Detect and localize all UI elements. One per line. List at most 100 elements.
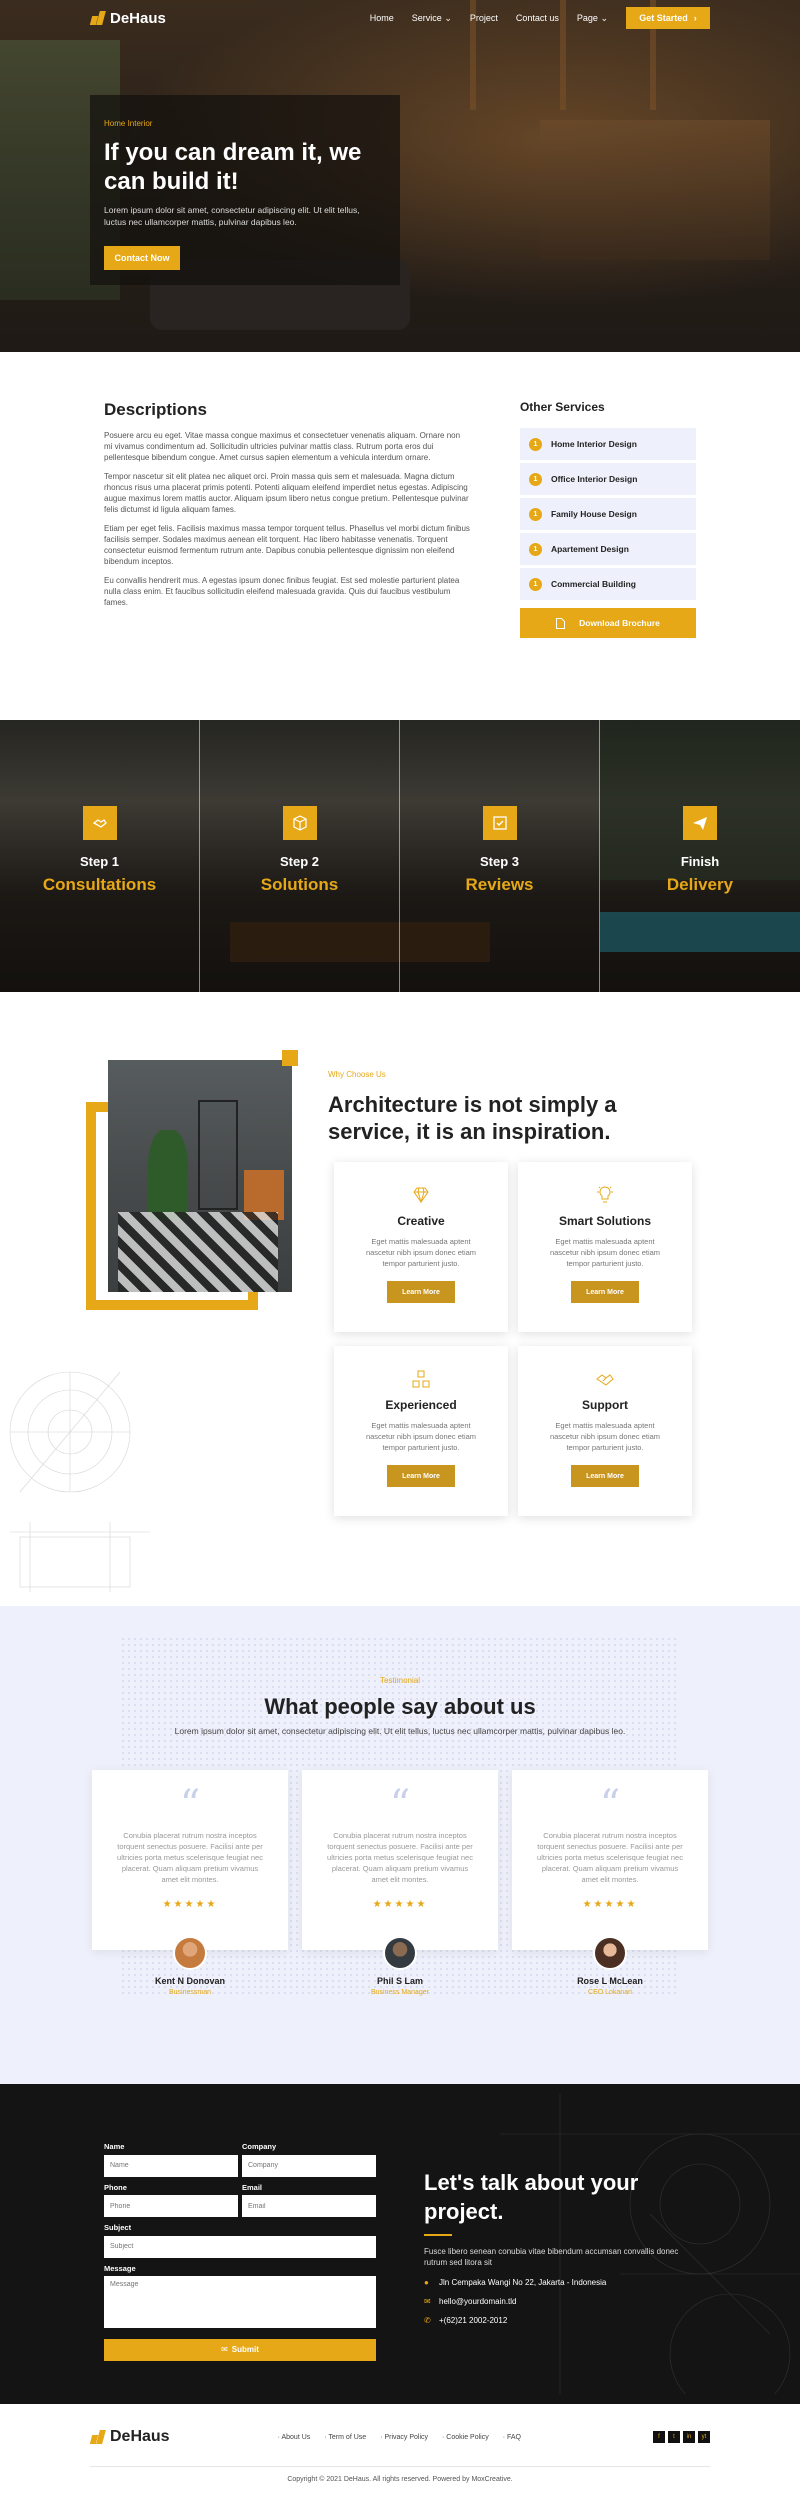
other-services-title: Other Services [519, 400, 605, 414]
nav-item-project[interactable]: Project [470, 13, 498, 23]
step-name: Solutions [260, 875, 339, 894]
quote-icon: “ [389, 1782, 411, 1828]
boxes-icon [412, 1370, 430, 1388]
contact-info: Let's talk about your project. Fusce lib… [424, 2168, 714, 2325]
twitter-icon[interactable]: t [668, 2431, 680, 2443]
phone-icon: ✆ [424, 2316, 431, 2325]
subject-input[interactable] [104, 2235, 376, 2258]
feature-text: Eget mattis malesuada aptent nascetur ni… [549, 1421, 661, 1452]
handshake-icon [596, 1374, 614, 1386]
step-consultations: Step 1 Consultations [0, 720, 200, 992]
nav-item-page[interactable]: Page ⌄ [577, 13, 608, 24]
service-label: Family House Design [550, 509, 637, 519]
nav-item-page-label: Page [576, 12, 598, 23]
testimonial-card: “ Conubia placerat rutrum nostra incepto… [302, 1770, 498, 1950]
testimonial-title: What people say about us [264, 1694, 536, 1719]
service-label: Apartement Design [550, 544, 629, 554]
service-number: 1 [528, 507, 542, 521]
feature-text: Eget mattis malesuada aptent nascetur ni… [365, 1421, 477, 1452]
footer-divider [90, 2466, 710, 2467]
step-number: Step 2 [279, 854, 319, 869]
email-input[interactable] [242, 2195, 376, 2217]
avatar [173, 1936, 207, 1970]
learn-more-button[interactable]: Learn More [571, 1465, 639, 1487]
service-label: Office Interior Design [550, 474, 638, 484]
testimonial-author: Phil S Lam Business Manager [302, 1936, 498, 1996]
hero-card: Home Interior If you can dream it, we ca… [90, 95, 400, 285]
footer-link-faq[interactable]: · FAQ [503, 2434, 521, 2441]
nav-item-home[interactable]: Home [370, 13, 394, 23]
contact-now-button[interactable]: Contact Now [104, 246, 180, 270]
feature-card-experienced: Experienced Eget mattis malesuada aptent… [334, 1346, 508, 1516]
download-brochure-button[interactable]: Download Brochure [519, 608, 696, 638]
service-item-office-interior[interactable]: 1 Office Interior Design [519, 463, 696, 495]
learn-more-button[interactable]: Learn More [571, 1281, 639, 1303]
company-input[interactable] [242, 2154, 376, 2177]
phone-link[interactable]: +(62)21 2002-2012 [439, 2316, 507, 2325]
footer-link-cookie[interactable]: · Cookie Policy [442, 2434, 489, 2441]
testimonial-text: Conubia placerat rutrum nostra inceptos … [327, 1831, 473, 1884]
service-item-home-interior[interactable]: 1 Home Interior Design [519, 428, 696, 460]
step-reviews: Step 3 Reviews [400, 720, 600, 992]
step-delivery: Finish Delivery [600, 720, 800, 992]
accent-square-decoration [282, 1050, 298, 1066]
footer-link-label: Term of Use [328, 2433, 367, 2441]
footer-link-label: Privacy Policy [384, 2433, 429, 2441]
footer-link-privacy[interactable]: · Privacy Policy [380, 2434, 428, 2441]
step-name: Reviews [465, 875, 534, 894]
name-input[interactable] [104, 2154, 238, 2177]
linkedin-icon[interactable]: in [683, 2431, 695, 2443]
address-item: ● Jln Cempaka Wangi No 22, Jakarta - Indo… [424, 2278, 714, 2287]
service-number: 1 [528, 542, 542, 556]
blueprint-decoration [9, 1371, 150, 1592]
learn-more-button[interactable]: Learn More [387, 1465, 455, 1487]
name-field-group: Name [104, 2142, 238, 2177]
step-solutions: Step 2 Solutions [200, 720, 400, 992]
logo-text: DeHaus [110, 9, 166, 27]
contact-title: Let's talk about your project. [424, 2170, 639, 2224]
service-number: 1 [528, 577, 542, 591]
arrow-right-icon: › [693, 13, 697, 23]
submit-button[interactable]: ✉ Submit [104, 2338, 376, 2361]
service-item-commercial[interactable]: 1 Commercial Building [519, 568, 696, 600]
contact-section: Name Company Phone Email [0, 2084, 800, 2404]
why-heading: Why Choose Us Architecture is not simply… [328, 1070, 628, 1145]
handshake-icon [82, 806, 117, 840]
lightbulb-icon [597, 1186, 613, 1203]
title-underline [424, 2234, 452, 2236]
message-input[interactable] [104, 2275, 376, 2328]
rating-stars: ★★★★★ [162, 1899, 218, 1910]
descriptions-section: Descriptions Posuere arcu eu eget. Vitae… [0, 352, 800, 720]
feature-title: Support [582, 1398, 628, 1412]
email-item: ✉ hello@yourdomain.tld [424, 2297, 714, 2306]
phone-input[interactable] [104, 2195, 238, 2217]
email-label: Email [242, 2182, 263, 2192]
site-logo[interactable]: DeHaus [89, 9, 166, 27]
email-field-group: Email [242, 2182, 376, 2217]
phone-field-group: Phone [104, 2183, 238, 2217]
top-nav: DeHaus Home Service ⌄ Project Contact us… [0, 0, 800, 36]
learn-more-button[interactable]: Learn More [387, 1281, 455, 1303]
footer-logo[interactable]: DeHaus [89, 2428, 170, 2446]
other-services: Other Services 1 Home Interior Design 1 Of… [519, 400, 696, 720]
footer-link-terms[interactable]: · Term of Use [324, 2434, 366, 2441]
youtube-icon[interactable]: yt [698, 2431, 710, 2443]
nav-item-service[interactable]: Service ⌄ [412, 13, 452, 24]
facebook-icon[interactable]: f [653, 2431, 665, 2443]
contact-form: Name Company Phone Email [104, 2142, 376, 2361]
step-number: Finish [680, 854, 720, 869]
service-number: 1 [528, 437, 542, 451]
nav-menu: Home Service ⌄ Project Contact us Page ⌄ [370, 13, 608, 24]
hero-text: Lorem ipsum dolor sit amet, consectetur … [104, 205, 360, 227]
email-link[interactable]: hello@yourdomain.tld [439, 2297, 517, 2306]
service-item-apartement[interactable]: 1 Apartement Design [519, 533, 696, 565]
nav-item-contact[interactable]: Contact us [516, 13, 559, 23]
footer-link-about[interactable]: · About Us [278, 2434, 311, 2441]
descriptions-title: Descriptions [104, 400, 207, 419]
descriptions-paragraph: Posuere arcu eu eget. Vitae massa congue… [104, 431, 461, 462]
get-started-button[interactable]: Get Started › [626, 7, 710, 29]
testimonial-card: “ Conubia placerat rutrum nostra incepto… [512, 1770, 708, 1950]
testimonial-section: Testimonial What people say about us Lor… [0, 1606, 800, 2084]
nav-item-service-label: Service [411, 12, 442, 23]
service-item-family-house[interactable]: 1 Family House Design [519, 498, 696, 530]
